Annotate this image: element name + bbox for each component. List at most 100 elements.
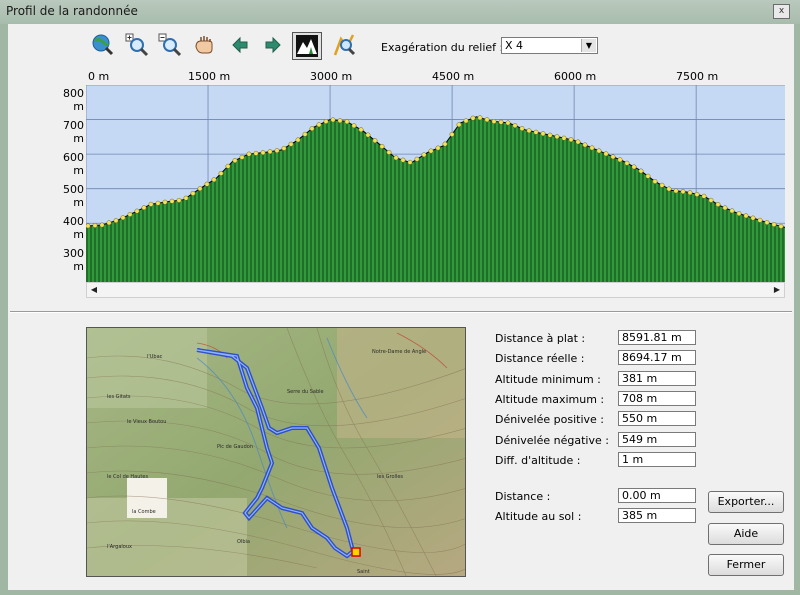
chart-horizontal-scrollbar[interactable]: ◀ ▶ xyxy=(86,282,785,298)
profile-point xyxy=(197,186,203,192)
profile-point xyxy=(365,132,371,138)
profile-point xyxy=(757,217,763,223)
globe-zoom-button[interactable] xyxy=(90,32,116,58)
topographic-map: l'Ubac les Gitats le Vieux Boutou Pic de… xyxy=(87,328,465,576)
profile-point xyxy=(456,122,462,128)
x-tick-label: 4500 m xyxy=(432,70,475,83)
close-button[interactable]: Fermer xyxy=(708,554,784,576)
elevation-profile-chart[interactable] xyxy=(86,85,785,282)
profile-point xyxy=(428,148,434,154)
cursor-distance-value: 0.00 m xyxy=(618,488,696,503)
window-title: Profil de la randonnée xyxy=(6,4,138,18)
profile-point xyxy=(729,208,735,214)
export-button[interactable]: Exporter... xyxy=(708,491,784,513)
profile-point xyxy=(281,145,287,151)
flat-distance-label: Distance à plat : xyxy=(495,332,586,345)
profile-point xyxy=(400,157,406,163)
profile-point xyxy=(414,156,420,162)
profile-point xyxy=(176,197,182,203)
scroll-left-icon[interactable]: ◀ xyxy=(87,283,101,297)
profile-point xyxy=(491,118,497,124)
profile-point xyxy=(323,119,329,124)
profile-point xyxy=(505,120,511,126)
profile-point xyxy=(638,168,644,174)
profile-point xyxy=(666,186,672,192)
zoom-out-button[interactable] xyxy=(157,32,183,58)
zoom-in-button[interactable] xyxy=(124,32,150,58)
y-tick-label: 500 m xyxy=(63,183,84,209)
relief-exaggeration-select[interactable]: X 4 ▼ xyxy=(501,37,598,54)
cursor-distance-label: Distance : xyxy=(495,490,551,503)
profile-point xyxy=(344,119,350,125)
profile-point xyxy=(309,126,315,132)
profile-point xyxy=(288,141,294,147)
profile-point xyxy=(512,123,518,128)
positive-elevation-value: 550 m xyxy=(618,411,696,426)
profile-point xyxy=(750,215,756,221)
profile-point xyxy=(526,128,532,134)
profile-point xyxy=(596,148,602,154)
ground-altitude-value: 385 m xyxy=(618,508,696,523)
terrain-profile-toggle[interactable] xyxy=(292,32,322,60)
map-place-label: le Vieux Boutou xyxy=(127,419,166,425)
profile-point xyxy=(162,199,168,205)
profile-point xyxy=(561,135,567,141)
close-window-button[interactable]: x xyxy=(773,4,790,19)
relief-exaggeration-label: Exagération du relief : xyxy=(381,41,504,54)
profile-point xyxy=(92,222,98,228)
y-tick-label: 800 m xyxy=(63,87,84,113)
chevron-down-icon[interactable]: ▼ xyxy=(581,39,596,52)
positive-elevation-label: Dénivelée positive : xyxy=(495,413,604,426)
profile-window: Profil de la randonnée x Exagération du … xyxy=(0,0,800,595)
profile-point xyxy=(771,222,777,227)
pan-button[interactable] xyxy=(192,32,218,58)
map-place-label: les Gitats xyxy=(107,394,131,400)
profile-point xyxy=(127,211,133,217)
scroll-right-icon[interactable]: ▶ xyxy=(770,283,784,297)
profile-point xyxy=(302,131,308,137)
x-tick-label: 3000 m xyxy=(310,70,353,83)
profile-point xyxy=(617,157,623,163)
profile-point xyxy=(484,117,490,123)
x-tick-label: 0 m xyxy=(88,70,110,83)
profile-point xyxy=(155,200,161,206)
altitude-diff-value: 1 m xyxy=(618,452,696,467)
route-map[interactable]: l'Ubac les Gitats le Vieux Boutou Pic de… xyxy=(86,327,466,577)
route-zoom-button[interactable] xyxy=(332,32,358,58)
profile-point xyxy=(743,213,749,219)
y-tick-label: 300 m xyxy=(63,247,84,273)
map-place-label: l'Ubac xyxy=(147,354,163,360)
zoom-in-icon xyxy=(125,33,149,57)
profile-point xyxy=(645,173,651,179)
x-tick-label: 1500 m xyxy=(188,70,231,83)
profile-point xyxy=(148,201,154,207)
previous-button[interactable] xyxy=(227,32,253,58)
profile-point xyxy=(498,119,504,125)
profile-point xyxy=(687,190,693,196)
hand-pan-icon xyxy=(195,36,213,54)
arrow-right-icon xyxy=(265,36,281,54)
profile-point xyxy=(463,118,469,124)
next-button[interactable] xyxy=(260,32,286,58)
profile-point xyxy=(225,163,231,169)
profile-point xyxy=(379,143,385,149)
profile-point xyxy=(218,170,224,176)
help-button[interactable]: Aide xyxy=(708,523,784,545)
map-place-label: Olbia xyxy=(237,539,250,545)
y-tick-label: 700 m xyxy=(63,119,84,145)
profile-point xyxy=(624,160,630,166)
real-distance-label: Distance réelle : xyxy=(495,352,585,365)
map-place-label: Notre-Dame de Angle xyxy=(372,349,426,355)
y-tick-label: 400 m xyxy=(63,215,84,241)
negative-elevation-value: 549 m xyxy=(618,432,696,447)
profile-point xyxy=(337,118,343,124)
profile-point xyxy=(134,208,140,214)
profile-point xyxy=(673,188,679,194)
profile-point xyxy=(680,189,686,195)
relief-select-value: X 4 xyxy=(505,39,524,52)
zoom-out-icon xyxy=(158,33,182,57)
title-bar[interactable]: Profil de la randonnée x xyxy=(0,0,800,24)
profile-point xyxy=(260,150,266,156)
map-place-label: la Combe xyxy=(132,509,156,515)
map-place-label: les Grolles xyxy=(377,474,403,480)
